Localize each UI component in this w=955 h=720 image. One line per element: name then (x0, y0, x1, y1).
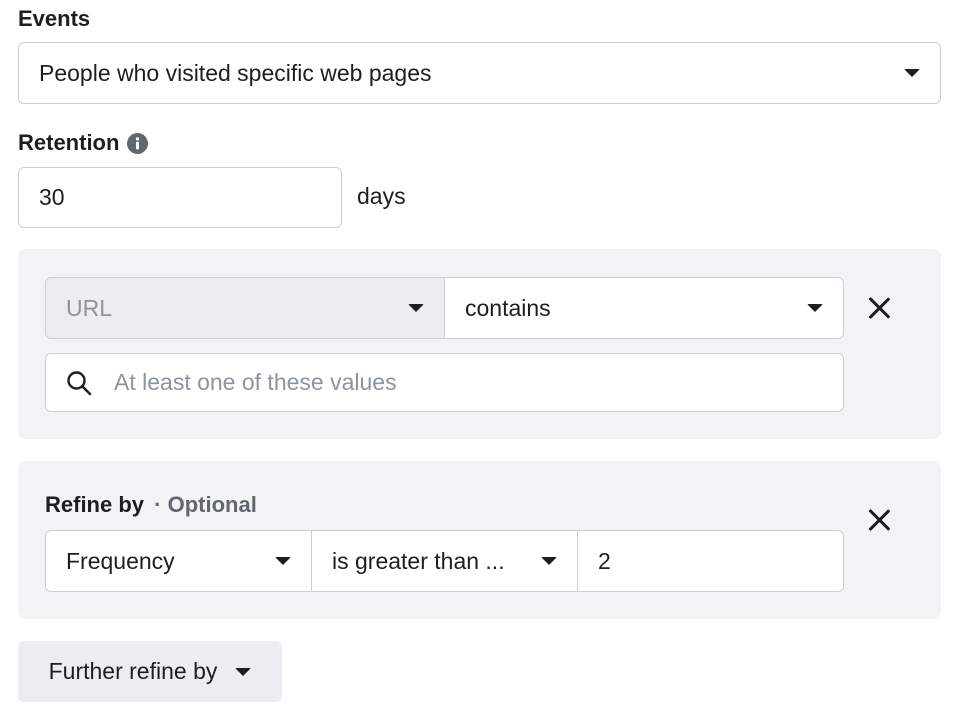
refine-value-input[interactable]: 2 (577, 530, 844, 592)
retention-value: 30 (39, 184, 65, 210)
close-icon[interactable] (866, 507, 892, 533)
refine-field-value: Frequency (66, 547, 175, 574)
retention-label: Retention (18, 130, 120, 155)
chevron-down-icon (235, 667, 252, 676)
values-search-input[interactable]: At least one of these values (45, 353, 844, 412)
search-icon (66, 370, 92, 396)
events-label: Events (18, 6, 91, 31)
refine-label: Refine by (45, 492, 145, 517)
events-selected-value: People who visited specific web pages (39, 59, 432, 86)
retention-unit: days (357, 183, 406, 209)
retention-days-input[interactable]: 30 (18, 167, 342, 228)
refine-optional: · Optional (154, 492, 257, 517)
retention-label-row: Retention (18, 130, 149, 156)
chevron-down-icon (904, 69, 920, 77)
refine-field-dropdown[interactable]: Frequency (45, 530, 312, 592)
further-refine-label: Further refine by (48, 658, 218, 684)
events-dropdown[interactable]: People who visited specific web pages (18, 42, 941, 104)
close-icon[interactable] (866, 295, 892, 321)
url-field-dropdown[interactable]: URL (45, 277, 445, 339)
refine-value: 2 (598, 547, 611, 574)
info-icon[interactable] (127, 132, 149, 154)
url-field-value: URL (66, 294, 113, 321)
search-placeholder: At least one of these values (114, 369, 397, 395)
chevron-down-icon (275, 557, 291, 565)
chevron-down-icon (408, 304, 424, 312)
refine-label-row: Refine by · Optional (45, 492, 257, 518)
refine-operator-dropdown[interactable]: is greater than ... (311, 530, 578, 592)
refine-operator-value: is greater than ... (332, 547, 505, 574)
chevron-down-icon (541, 557, 557, 565)
operator-dropdown[interactable]: contains (444, 277, 844, 339)
further-refine-button[interactable]: Further refine by (18, 641, 282, 702)
chevron-down-icon (807, 304, 823, 312)
operator-value: contains (465, 294, 551, 321)
